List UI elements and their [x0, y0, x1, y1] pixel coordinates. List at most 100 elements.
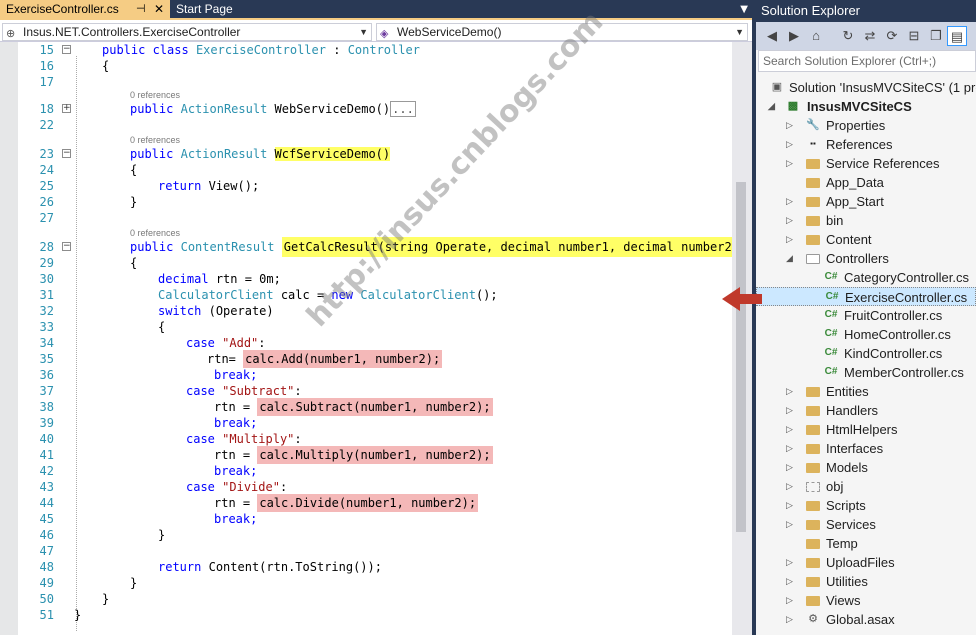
history-icon[interactable]: ↻ [838, 26, 858, 46]
tree-item[interactable]: C# ExerciseController.cs [756, 287, 976, 306]
class-dropdown[interactable]: ⊕ Insus.NET.Controllers.ExerciseControll… [2, 23, 372, 41]
tree-item[interactable]: ▷ Handlers [756, 401, 976, 420]
forward-icon[interactable]: ▶ [784, 26, 804, 46]
close-icon[interactable]: ✕ [154, 0, 164, 19]
tree-item[interactable]: ▷ ⚙ Global.asax [756, 610, 976, 629]
tree-item-solution[interactable]: ▣ Solution 'InsusMVCSiteCS' (1 pro [756, 78, 976, 97]
folder-dashed-icon [806, 482, 820, 492]
collapse-toggle[interactable]: − [62, 242, 71, 251]
expand-arrow-icon[interactable]: ▷ [786, 401, 796, 420]
expand-arrow-icon[interactable]: ▷ [786, 116, 796, 135]
tab-exercisecontroller[interactable]: ExerciseController.cs ⊣ ✕ [0, 0, 170, 20]
tree-item[interactable]: ▷ bin [756, 211, 976, 230]
expand-arrow-icon[interactable]: ▷ [786, 477, 796, 496]
highlight-getcalc: GetCalcResult(string Operate, decimal nu… [281, 237, 732, 257]
tree-item-project[interactable]: ◢ ▩ InsusMVCSiteCS [756, 97, 976, 116]
expand-arrow-icon[interactable]: ▷ [786, 515, 796, 534]
expand-arrow-icon[interactable]: ▷ [786, 610, 796, 629]
tree-label: Entities [826, 384, 869, 399]
tree-item[interactable]: ▷ HtmlHelpers [756, 420, 976, 439]
folder-icon [806, 159, 820, 169]
expand-arrow-icon[interactable]: ▷ [786, 458, 796, 477]
pin-icon[interactable]: ⊣ [136, 0, 146, 19]
home-icon[interactable]: ⌂ [806, 26, 826, 46]
code-line-40: case "Multiply": [186, 432, 302, 446]
code-line-35: rtn= calc.Add(number1, number2); [207, 350, 443, 368]
tree-item[interactable]: C# FruitController.cs [756, 306, 976, 325]
sync-icon[interactable]: ⇄ [860, 26, 880, 46]
solution-search-input[interactable]: Search Solution Explorer (Ctrl+;) [758, 50, 976, 72]
tab-dropdown-icon[interactable]: ▼ [740, 0, 748, 20]
expand-arrow-icon[interactable]: ▷ [786, 382, 796, 401]
folder-icon [806, 235, 820, 245]
code-line-41: rtn = calc.Multiply(number1, number2); [214, 446, 493, 464]
tree-item[interactable]: ▷ Models [756, 458, 976, 477]
expanded-arrow-icon[interactable]: ◢ [786, 249, 796, 268]
code-line-32: switch (Operate) [158, 304, 274, 318]
tree-item[interactable]: ▷ 🔧 Properties [756, 116, 976, 135]
tree-item[interactable]: ▷ Utilities [756, 572, 976, 591]
tree-item[interactable]: ▷ UploadFiles [756, 553, 976, 572]
method-icon: ◈ [380, 28, 389, 40]
collapse-all-icon[interactable]: ⊟ [904, 26, 924, 46]
tree-item[interactable]: ▷ Entities [756, 382, 976, 401]
tree-item[interactable]: C# HomeController.cs [756, 325, 976, 344]
expand-arrow-icon[interactable]: ▷ [786, 572, 796, 591]
tree-item[interactable]: ▷ ▪▪ References [756, 135, 976, 154]
highlight-multiply: calc.Multiply(number1, number2); [257, 446, 493, 464]
tree-item[interactable]: ◢ Controllers [756, 249, 976, 268]
refresh-icon[interactable]: ⟳ [882, 26, 902, 46]
codelens-references[interactable]: 0 references [130, 134, 180, 146]
expand-arrow-icon[interactable]: ▷ [786, 439, 796, 458]
code-line-28: public ContentResult GetCalcResult(strin… [130, 237, 732, 257]
tree-item[interactable]: C# MemberController.cs [756, 363, 976, 382]
line-number: 15 [39, 43, 54, 57]
expand-arrow-icon[interactable]: ▷ [786, 496, 796, 515]
tree-item[interactable]: C# KindController.cs [756, 344, 976, 363]
code-area[interactable]: 15 16 17 18 22 23 24 25 26 27 28 29 30 3… [0, 42, 732, 635]
expand-arrow-icon[interactable]: ▷ [786, 230, 796, 249]
indicator-margin[interactable] [0, 42, 18, 635]
tree-label: KindController.cs [844, 346, 943, 361]
expanded-arrow-icon[interactable]: ◢ [768, 97, 778, 116]
code-line-23: public ActionResult WcfServiceDemo() [130, 147, 391, 161]
tree-item[interactable]: ▷ App_Start [756, 192, 976, 211]
collapse-toggle[interactable]: − [62, 149, 71, 158]
expand-arrow-icon[interactable]: ▷ [786, 420, 796, 439]
scrollbar-thumb[interactable] [736, 182, 746, 532]
code-line-26: } [130, 195, 138, 209]
folder-icon [806, 558, 820, 568]
tree-label: Utilities [826, 574, 868, 589]
wrench-icon: 🔧 [806, 119, 820, 131]
tree-item[interactable]: ▷ obj [756, 477, 976, 496]
codelens-references[interactable]: 0 references [130, 227, 180, 239]
codelens-references[interactable]: 0 references [130, 89, 180, 101]
tree-item[interactable]: ▷ Views [756, 591, 976, 610]
collapsed-region[interactable]: ... [390, 101, 416, 117]
tree-label: bin [826, 213, 844, 228]
collapse-toggle[interactable]: − [62, 45, 71, 54]
tree-item[interactable]: ▷ Interfaces [756, 439, 976, 458]
expand-arrow-icon[interactable]: ▷ [786, 154, 796, 173]
expand-arrow-icon[interactable]: ▷ [786, 553, 796, 572]
tree-item[interactable]: ▷ Scripts [756, 496, 976, 515]
expand-arrow-icon[interactable]: ▷ [786, 192, 796, 211]
show-all-files-icon[interactable]: ▤ [947, 26, 967, 46]
tree-item[interactable]: ▷ Services [756, 515, 976, 534]
expand-arrow-icon[interactable]: ▷ [786, 135, 796, 154]
tree-item[interactable]: ▷ Content [756, 230, 976, 249]
expand-arrow-icon[interactable]: ▷ [786, 211, 796, 230]
expand-toggle[interactable]: + [62, 104, 71, 113]
folder-open-icon [806, 254, 820, 264]
tree-item[interactable]: Temp [756, 534, 976, 553]
tree-item[interactable]: C# CategoryController.cs [756, 268, 976, 287]
tab-start-page[interactable]: Start Page [170, 0, 250, 20]
tree-item[interactable]: ▷ Service References [756, 154, 976, 173]
line-number: 29 [39, 256, 54, 270]
copy-icon[interactable]: ❐ [926, 26, 946, 46]
vertical-scrollbar[interactable] [732, 42, 752, 635]
code-editor[interactable]: ExerciseController.cs ⊣ ✕ Start Page ▼ ⊕… [0, 0, 752, 635]
back-icon[interactable]: ◀ [762, 26, 782, 46]
tree-item[interactable]: App_Data [756, 173, 976, 192]
expand-arrow-icon[interactable]: ▷ [786, 591, 796, 610]
